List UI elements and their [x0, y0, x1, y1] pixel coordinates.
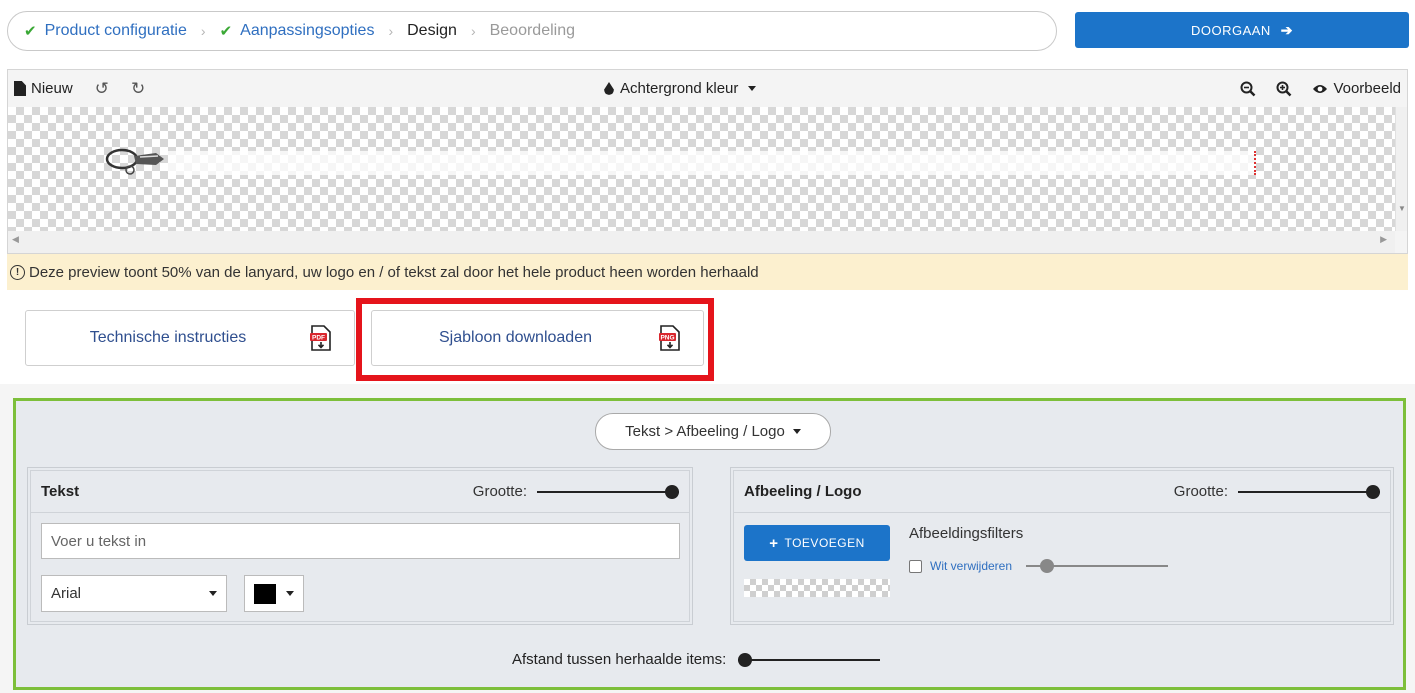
info-icon: ! — [10, 264, 25, 280]
arrow-right-icon: ➔ — [1280, 21, 1294, 38]
chevron-right-icon: › — [470, 23, 476, 39]
customization-panel: Tekst > Afbeeling / Logo Tekst Grootte: … — [13, 398, 1406, 690]
image-panel: Afbeeling / Logo Grootte: + TOEVOEGEN Af… — [730, 467, 1394, 625]
caret-down-icon — [748, 86, 757, 91]
undo-icon[interactable]: ↺ — [95, 79, 109, 99]
text-color-picker[interactable] — [244, 575, 304, 612]
new-button[interactable]: Nieuw — [14, 80, 73, 97]
mode-dropdown[interactable]: Tekst > Afbeeling / Logo — [595, 413, 831, 450]
vertical-scrollbar[interactable]: ▼ — [1395, 107, 1407, 231]
notice-text: Deze preview toont 50% van de lanyard, u… — [29, 263, 759, 281]
step-label: Aanpassingsopties — [240, 22, 375, 39]
new-label: Nieuw — [31, 80, 73, 97]
scroll-left-icon[interactable]: ◀ — [12, 234, 19, 245]
slider-knob[interactable] — [738, 652, 753, 667]
pdf-download-icon: PDF — [310, 325, 331, 351]
add-image-button[interactable]: + TOEVOEGEN — [744, 525, 890, 561]
image-panel-header: Afbeeling / Logo Grootte: — [734, 471, 1390, 513]
scroll-down-icon[interactable]: ▼ — [1398, 204, 1406, 213]
image-panel-title: Afbeeling / Logo — [744, 483, 862, 500]
background-color-dropdown[interactable]: Achtergrond kleur — [604, 70, 757, 107]
highlight-box — [356, 298, 714, 381]
design-editor: Nieuw ↺ ↻ Achtergrond kleur Voorbeeld ▼ … — [7, 69, 1408, 254]
horizontal-scrollbar[interactable]: ◀ ▶ — [8, 231, 1395, 253]
step-aanpassingsopties[interactable]: ✔ Aanpassingsopties — [220, 22, 375, 40]
remove-white-slider[interactable] — [1026, 559, 1169, 573]
step-beoordeling: Beoordeling — [490, 22, 575, 40]
technical-label: Technische instructies — [89, 329, 247, 346]
background-label: Achtergrond kleur — [620, 80, 739, 97]
editor-toolbar: Nieuw ↺ ↻ Achtergrond kleur Voorbeeld — [8, 70, 1407, 107]
lanyard-strip — [168, 151, 1256, 175]
technical-instructions-button[interactable]: Technische instructies PDF — [25, 310, 355, 366]
spacing-control: Afstand tussen herhaalde items: — [512, 651, 881, 668]
toolbar-right: Voorbeeld — [1240, 80, 1401, 97]
slider-knob[interactable] — [665, 484, 679, 499]
eye-icon — [1313, 84, 1328, 93]
text-size-slider[interactable] — [537, 484, 679, 499]
chevron-right-icon: › — [388, 23, 394, 39]
preview-button[interactable]: Voorbeeld — [1312, 80, 1401, 97]
add-label: TOEVOEGEN — [784, 536, 865, 550]
step-design: Design — [407, 22, 457, 40]
continue-label: DOORGAAN — [1190, 22, 1271, 38]
image-panel-inner: Afbeeling / Logo Grootte: + TOEVOEGEN Af… — [733, 470, 1391, 622]
continue-button[interactable]: DOORGAAN ➔ — [1075, 12, 1409, 48]
spacing-label: Afstand tussen herhaalde items: — [512, 651, 727, 668]
image-preview — [744, 579, 890, 597]
plus-icon: + — [769, 534, 779, 552]
scroll-right-icon[interactable]: ▶ — [1380, 234, 1387, 245]
check-icon: ✔ — [24, 23, 37, 40]
step-label: Beoordeling — [489, 22, 576, 39]
text-input[interactable] — [41, 523, 680, 559]
remove-white-checkbox[interactable] — [909, 559, 922, 573]
lanyard-hook-image — [105, 148, 164, 175]
image-size-slider[interactable] — [1238, 484, 1380, 499]
remove-white-filter: Wit verwijderen — [909, 559, 1169, 573]
mode-label: Tekst > Afbeeling / Logo — [625, 423, 785, 440]
slider-knob[interactable] — [1040, 559, 1055, 573]
step-label: Product configuratie — [44, 22, 187, 39]
caret-down-icon — [286, 591, 294, 596]
image-size-label: Grootte: — [1173, 483, 1228, 500]
chevron-right-icon: › — [200, 23, 206, 39]
color-swatch — [254, 583, 276, 604]
check-icon: ✔ — [219, 23, 233, 40]
zoom-in-icon[interactable] — [1276, 81, 1292, 97]
step-label: Design — [407, 22, 457, 39]
design-canvas[interactable] — [8, 107, 1395, 231]
text-panel-title: Tekst — [41, 483, 80, 500]
redo-icon[interactable]: ↻ — [131, 79, 145, 99]
caret-down-icon — [209, 591, 217, 596]
breadcrumb: ✔ Product configuratie › ✔ Aanpassingsop… — [7, 11, 1057, 51]
preview-label: Voorbeeld — [1333, 80, 1401, 97]
spacing-slider[interactable] — [738, 652, 881, 667]
text-size-label: Grootte: — [472, 483, 527, 500]
text-panel-inner: Tekst Grootte: Arial — [30, 470, 690, 622]
caret-down-icon — [792, 429, 801, 434]
text-panel-header: Tekst Grootte: — [31, 471, 689, 513]
remove-white-label[interactable]: Wit verwijderen — [930, 559, 1012, 573]
slider-knob[interactable] — [1366, 484, 1380, 499]
pdf-badge: PDF — [312, 335, 325, 342]
preview-notice: ! Deze preview toont 50% van de lanyard,… — [7, 254, 1408, 290]
font-value: Arial — [51, 585, 82, 602]
zoom-out-icon[interactable] — [1240, 81, 1256, 97]
file-icon — [14, 81, 26, 96]
filters-title: Afbeeldingsfilters — [909, 525, 1024, 542]
font-dropdown[interactable]: Arial — [41, 575, 227, 612]
text-panel: Tekst Grootte: Arial — [27, 467, 693, 625]
step-product-configuratie[interactable]: ✔ Product configuratie — [24, 22, 187, 40]
drop-icon — [604, 82, 614, 95]
